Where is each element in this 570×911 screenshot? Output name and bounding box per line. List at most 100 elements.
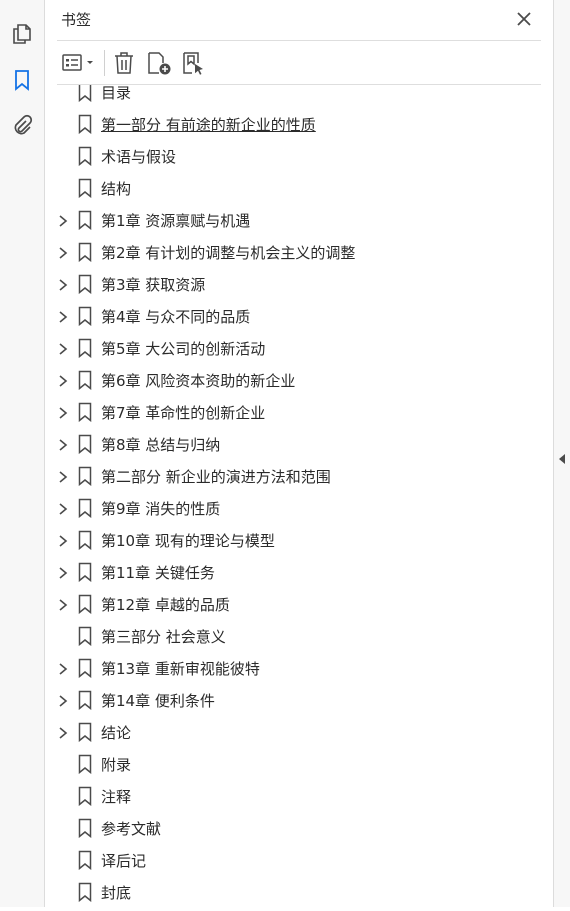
- bookmark-item[interactable]: 第7章 革命性的创新企业: [45, 396, 533, 428]
- bookmark-item[interactable]: 第5章 大公司的创新活动: [45, 332, 533, 364]
- bookmark-item-icon: [77, 146, 93, 167]
- bookmark-item-icon: [77, 786, 93, 807]
- close-icon[interactable]: [515, 10, 533, 28]
- chevron-right-icon[interactable]: [57, 533, 69, 547]
- chevron-right-icon[interactable]: [57, 661, 69, 675]
- bookmark-item-icon: [77, 658, 93, 679]
- bookmark-item-icon: [77, 434, 93, 455]
- chevron-right-icon[interactable]: [57, 725, 69, 739]
- new-bookmark-button[interactable]: [146, 50, 172, 76]
- bookmark-item[interactable]: 第一部分 有前途的新企业的性质: [45, 108, 533, 140]
- bookmark-item[interactable]: 第14章 便利条件: [45, 684, 533, 716]
- bookmark-label: 译后记: [101, 852, 147, 870]
- chevron-right-icon[interactable]: [57, 277, 69, 291]
- bookmark-item-icon: [77, 402, 93, 423]
- chevron-right-icon[interactable]: [57, 437, 69, 451]
- bookmark-item[interactable]: 第二部分 新企业的演进方法和范围: [45, 460, 533, 492]
- bookmark-item[interactable]: 第10章 现有的理论与模型: [45, 524, 533, 556]
- bookmark-item[interactable]: 目录: [45, 85, 533, 108]
- bookmark-item-icon: [77, 530, 93, 551]
- delete-icon: [115, 52, 133, 74]
- chevron-right-icon[interactable]: [57, 501, 69, 515]
- bookmark-item-icon: [77, 626, 93, 647]
- bookmark-item[interactable]: 封底: [45, 876, 533, 907]
- panel-title: 书签: [61, 11, 92, 29]
- bookmark-item[interactable]: 附录: [45, 748, 533, 780]
- bookmark-item[interactable]: 第13章 重新审视能彼特: [45, 652, 533, 684]
- bookmark-item[interactable]: 第9章 消失的性质: [45, 492, 533, 524]
- bookmark-label: 结构: [101, 180, 132, 198]
- chevron-right-icon[interactable]: [57, 309, 69, 323]
- header-divider: [57, 40, 541, 41]
- bookmark-label: 第5章 大公司的创新活动: [101, 340, 266, 358]
- chevron-right-icon[interactable]: [57, 597, 69, 611]
- delete-bookmark-button[interactable]: [112, 50, 136, 76]
- chevron-right-icon[interactable]: [57, 565, 69, 579]
- chevron-right-icon[interactable]: [57, 245, 69, 259]
- bookmark-icon[interactable]: [10, 68, 34, 92]
- bookmark-label: 第10章 现有的理论与模型: [101, 532, 275, 550]
- bookmark-item-icon: [77, 562, 93, 583]
- bookmark-label: 目录: [101, 85, 132, 102]
- bookmark-item[interactable]: 译后记: [45, 844, 533, 876]
- bookmark-item-icon: [77, 370, 93, 391]
- bookmark-item[interactable]: 术语与假设: [45, 140, 533, 172]
- chevron-right-icon[interactable]: [57, 693, 69, 707]
- bookmark-item[interactable]: 第4章 与众不同的品质: [45, 300, 533, 332]
- bookmark-label: 第2章 有计划的调整与机会主义的调整: [101, 244, 356, 262]
- chevron-right-icon[interactable]: [57, 373, 69, 387]
- bookmark-item-icon: [77, 85, 93, 103]
- chevron-right-icon[interactable]: [57, 341, 69, 355]
- bookmark-label: 第9章 消失的性质: [101, 500, 221, 518]
- bookmark-from-selection-button[interactable]: [181, 50, 207, 76]
- bookmark-label: 参考文献: [101, 820, 162, 838]
- bookmark-label: 第一部分 有前途的新企业的性质: [101, 116, 316, 134]
- options-menu-icon: [62, 54, 93, 71]
- bookmark-item[interactable]: 第1章 资源禀赋与机遇: [45, 204, 533, 236]
- bookmark-item-icon: [77, 722, 93, 743]
- bookmark-item-icon: [77, 242, 93, 263]
- bookmark-item[interactable]: 结构: [45, 172, 533, 204]
- bookmark-item[interactable]: 参考文献: [45, 812, 533, 844]
- bookmark-item[interactable]: 第11章 关键任务: [45, 556, 533, 588]
- bookmark-item-icon: [77, 306, 93, 327]
- bookmark-label: 第三部分 社会意义: [101, 628, 226, 646]
- bookmark-item[interactable]: 注释: [45, 780, 533, 812]
- bookmark-label: 第二部分 新企业的演进方法和范围: [101, 468, 331, 486]
- collapse-arrow-icon[interactable]: [558, 450, 566, 464]
- pages-icon[interactable]: [10, 22, 34, 46]
- bookmark-item-icon: [77, 594, 93, 615]
- bookmark-item-icon: [77, 818, 93, 839]
- bookmark-item[interactable]: 第三部分 社会意义: [45, 620, 533, 652]
- options-menu-button[interactable]: [61, 50, 99, 76]
- bookmark-item[interactable]: 第3章 获取资源: [45, 268, 533, 300]
- bookmark-item-icon: [77, 754, 93, 775]
- bookmark-label: 第1章 资源禀赋与机遇: [101, 212, 251, 230]
- bookmark-label: 封底: [101, 884, 132, 902]
- bookmark-item-icon: [77, 850, 93, 871]
- bookmark-label: 第7章 革命性的创新企业: [101, 404, 266, 422]
- bookmark-item-icon: [77, 498, 93, 519]
- side-rail: [0, 0, 45, 907]
- bookmark-label: 第3章 获取资源: [101, 276, 206, 294]
- bookmark-label: 术语与假设: [101, 148, 177, 166]
- attachment-icon[interactable]: [10, 114, 34, 138]
- bookmark-item[interactable]: 结论: [45, 716, 533, 748]
- bookmark-item[interactable]: 第8章 总结与归纳: [45, 428, 533, 460]
- bookmark-from-selection-icon: [183, 52, 203, 75]
- bookmark-label: 第13章 重新审视能彼特: [101, 660, 260, 678]
- bookmark-label: 附录: [101, 756, 132, 774]
- bookmark-item-icon: [77, 882, 93, 903]
- chevron-right-icon[interactable]: [57, 213, 69, 227]
- bookmark-item-icon: [77, 178, 93, 199]
- bookmark-label: 第6章 风险资本资助的新企业: [101, 372, 296, 390]
- bookmark-label: 注释: [101, 788, 132, 806]
- bookmark-item[interactable]: 第6章 风险资本资助的新企业: [45, 364, 533, 396]
- new-bookmark-icon: [148, 52, 171, 75]
- bookmark-item-icon: [77, 210, 93, 231]
- bookmark-label: 结论: [101, 724, 132, 742]
- bookmark-item[interactable]: 第12章 卓越的品质: [45, 588, 533, 620]
- chevron-right-icon[interactable]: [57, 405, 69, 419]
- bookmark-item[interactable]: 第2章 有计划的调整与机会主义的调整: [45, 236, 533, 268]
- chevron-right-icon[interactable]: [57, 469, 69, 483]
